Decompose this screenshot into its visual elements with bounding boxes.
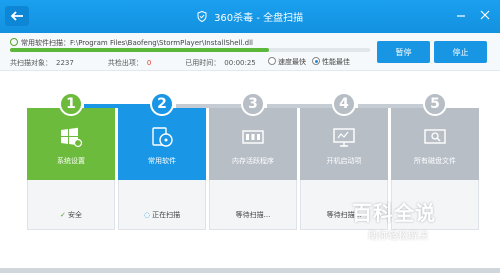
step-card-common-software: 常用软件 ◌ 正在扫描 2 [118,92,206,230]
step-number: 3 [241,92,265,116]
minimize-icon[interactable] [456,10,466,20]
background-strip [0,268,500,273]
pause-button[interactable]: 暂停 [377,41,430,63]
close-icon[interactable] [480,10,490,20]
elapsed-value: 00:00:25 [224,59,256,67]
scan-status-panel: 常用软件扫描：F:\Program Files\Baofeng\StormPla… [0,33,500,71]
step-label: 所有磁盘文件 [414,157,456,165]
step-number: 1 [59,92,83,116]
speed-option[interactable]: 速度最快 [268,57,306,67]
shield-logo-icon [197,10,207,25]
elapsed-label: 已用时间： [185,59,221,67]
step-status: ✓ 安全 [59,211,83,219]
scanned-label: 共扫描对象： [10,59,52,67]
memory-icon [242,130,264,144]
scan-window: 360杀毒 - 全盘扫描 常用软件扫描：F:\Program Files\Bao… [0,0,500,268]
startup-monitor-icon [333,128,355,147]
check-icon: ✓ [59,211,66,219]
watermark-subtitle: 助你轻松解决 [368,231,428,242]
scan-progress-bar [10,48,370,52]
windows-settings-icon [61,127,83,148]
software-disc-icon [152,127,173,147]
window-title: 360杀毒 - 全盘扫描 [0,9,500,25]
step-card-system-settings: 系统设置 ✓ 安全 1 [27,92,115,230]
performance-option[interactable]: 性能最佳 [312,57,350,67]
scan-stats: 共扫描对象： 2237 共检出项： 0 已用时间： 00:00:25 [10,58,260,68]
step-label: 内存活跃程序 [232,157,274,165]
scanned-value: 2237 [56,59,74,67]
speed-label: 速度最快 [278,58,306,66]
step-number: 2 [150,92,174,116]
performance-radio[interactable] [312,57,320,65]
watermark-title: 百科全说 [352,201,436,225]
stop-button[interactable]: 停止 [434,41,487,63]
step-card-memory-processes: 内存活跃程序 等待扫描... 3 [209,92,297,230]
step-status: 等待扫描... [235,211,271,219]
current-scan-path: 常用软件扫描：F:\Program Files\Baofeng\StormPla… [10,38,253,48]
scan-indicator-icon [10,38,18,46]
scan-progress-fill [10,48,270,52]
step-label: 常用软件 [148,157,176,165]
title-bar: 360杀毒 - 全盘扫描 [0,0,500,33]
found-value: 0 [146,59,152,67]
watermark: 百科全说 助你轻松解决 [340,197,480,245]
step-number: 5 [423,92,447,116]
found-label: 共检出项： [107,59,143,67]
step-number: 4 [332,92,356,116]
step-label: 开机启动项 [326,157,362,165]
spinner-icon: ◌ [143,211,150,219]
step-status: ◌ 正在扫描 [143,211,181,219]
performance-label: 性能最佳 [322,58,350,66]
disk-search-icon [424,129,446,144]
step-label: 系统设置 [57,157,85,165]
speed-radio[interactable] [268,57,276,65]
window-title-text: 360杀毒 - 全盘扫描 [214,13,304,24]
